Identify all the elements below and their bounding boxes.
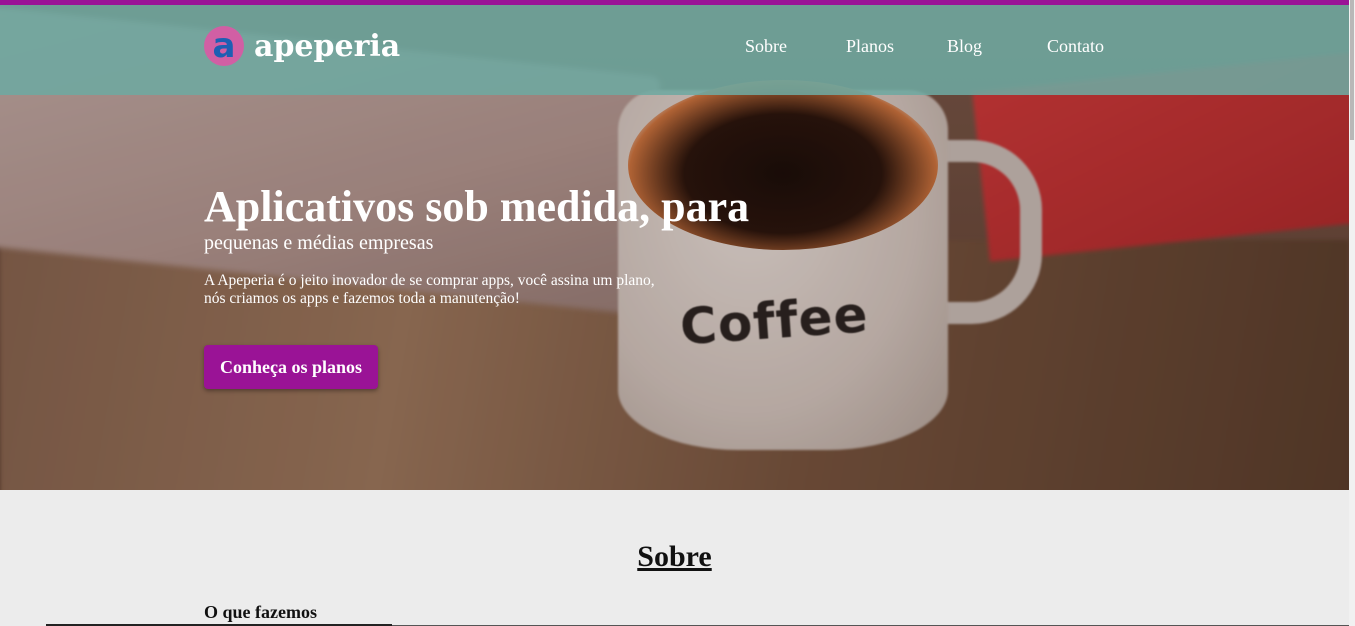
main-nav: Sobre Planos Blog Contato [0,36,1349,60]
hero-subtitle: pequenas e médias empresas [204,232,434,254]
nav-link-sobre[interactable]: Sobre [745,36,787,57]
about-subtitle: O que fazemos [204,602,317,622]
page-scrollbar[interactable] [1349,0,1355,626]
navbar: a apeperia Sobre Planos Blog Contato [0,5,1349,95]
nav-link-planos[interactable]: Planos [846,36,894,57]
nav-link-blog[interactable]: Blog [947,36,982,57]
page: Coffee Aplicativos sob medida, para pequ… [0,0,1355,626]
scrollbar-thumb[interactable] [1350,0,1354,140]
hero-description: A Apeperia é o jeito inovador de se comp… [204,272,684,308]
hero-content: Aplicativos sob medida, para pequenas e … [204,182,749,308]
hero-description-line-2: nós criamos os apps e fazemos toda a man… [204,290,520,307]
hero-description-line-1: A Apeperia é o jeito inovador de se comp… [204,272,655,289]
about-title: Sobre [637,540,712,573]
hero-title: Aplicativos sob medida, para [204,182,750,231]
plans-cta-button[interactable]: Conheça os planos [204,345,378,389]
about-section: Sobre O que fazemos [0,490,1349,626]
nav-link-contato[interactable]: Contato [1047,36,1104,57]
